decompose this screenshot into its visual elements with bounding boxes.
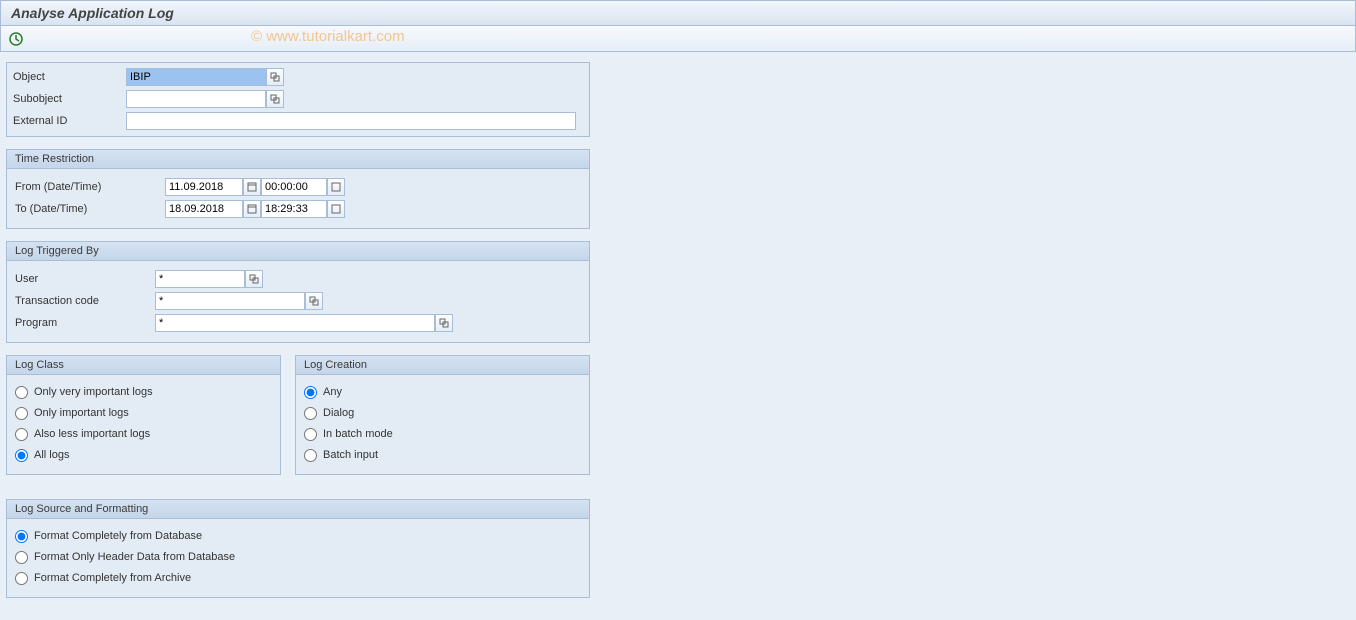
- log-source-opt3-label: Format Completely from Archive: [34, 572, 191, 584]
- log-creation-opt2-label: Dialog: [323, 407, 354, 419]
- to-time-input[interactable]: [261, 200, 327, 218]
- log-class-opt1[interactable]: Only very important logs: [15, 382, 272, 402]
- log-class-opt3-label: Also less important logs: [34, 428, 150, 440]
- log-source-opt2[interactable]: Format Only Header Data from Database: [15, 547, 581, 567]
- log-source-group: Log Source and Formatting Format Complet…: [6, 499, 590, 598]
- user-input[interactable]: [155, 270, 245, 288]
- log-class-title: Log Class: [7, 356, 280, 375]
- subobject-f4-icon[interactable]: [266, 90, 284, 108]
- log-creation-opt1[interactable]: Any: [304, 382, 581, 402]
- log-source-opt2-label: Format Only Header Data from Database: [34, 551, 235, 563]
- user-f4-icon[interactable]: [245, 270, 263, 288]
- log-source-opt3[interactable]: Format Completely from Archive: [15, 568, 581, 588]
- log-class-opt1-label: Only very important logs: [34, 386, 153, 398]
- program-input[interactable]: [155, 314, 435, 332]
- tcode-label: Transaction code: [15, 295, 155, 307]
- time-restriction-group: Time Restriction From (Date/Time) To (Da…: [6, 149, 590, 229]
- log-source-opt1-label: Format Completely from Database: [34, 530, 202, 542]
- object-label: Object: [11, 71, 126, 83]
- log-class-opt2-label: Only important logs: [34, 407, 129, 419]
- external-id-input[interactable]: [126, 112, 576, 130]
- log-creation-opt4[interactable]: Batch input: [304, 445, 581, 465]
- log-class-group: Log Class Only very important logs Only …: [6, 355, 281, 475]
- log-class-opt2[interactable]: Only important logs: [15, 403, 272, 423]
- to-time-f4-icon[interactable]: [327, 200, 345, 218]
- execute-icon[interactable]: [7, 30, 25, 48]
- log-triggered-by-group: Log Triggered By User Transaction code P…: [6, 241, 590, 343]
- external-id-label: External ID: [11, 115, 126, 127]
- log-creation-opt1-label: Any: [323, 386, 342, 398]
- log-class-opt4-label: All logs: [34, 449, 69, 461]
- to-date-input[interactable]: [165, 200, 243, 218]
- log-class-opt4[interactable]: All logs: [15, 445, 272, 465]
- to-date-f4-icon[interactable]: [243, 200, 261, 218]
- subobject-label: Subobject: [11, 93, 126, 105]
- basic-block: Object Subobject External ID: [6, 62, 590, 137]
- from-time-f4-icon[interactable]: [327, 178, 345, 196]
- user-label: User: [15, 273, 155, 285]
- time-restriction-title: Time Restriction: [7, 150, 589, 169]
- watermark-text: © www.tutorialkart.com: [251, 28, 405, 45]
- program-f4-icon[interactable]: [435, 314, 453, 332]
- log-creation-group: Log Creation Any Dialog In batch mode Ba…: [295, 355, 590, 475]
- tcode-f4-icon[interactable]: [305, 292, 323, 310]
- object-f4-icon[interactable]: [266, 68, 284, 86]
- log-creation-opt3-label: In batch mode: [323, 428, 393, 440]
- page-title: Analyse Application Log: [0, 0, 1356, 26]
- subobject-input[interactable]: [126, 90, 266, 108]
- log-creation-title: Log Creation: [296, 356, 589, 375]
- from-date-f4-icon[interactable]: [243, 178, 261, 196]
- from-date-input[interactable]: [165, 178, 243, 196]
- from-date-label: From (Date/Time): [15, 181, 165, 193]
- log-triggered-by-title: Log Triggered By: [7, 242, 589, 261]
- log-creation-opt3[interactable]: In batch mode: [304, 424, 581, 444]
- log-source-opt1[interactable]: Format Completely from Database: [15, 526, 581, 546]
- object-input[interactable]: [126, 68, 266, 86]
- from-time-input[interactable]: [261, 178, 327, 196]
- to-date-label: To (Date/Time): [15, 203, 165, 215]
- tcode-input[interactable]: [155, 292, 305, 310]
- log-creation-opt4-label: Batch input: [323, 449, 378, 461]
- log-class-opt3[interactable]: Also less important logs: [15, 424, 272, 444]
- log-source-title: Log Source and Formatting: [7, 500, 589, 519]
- program-label: Program: [15, 317, 155, 329]
- toolbar: © www.tutorialkart.com: [0, 26, 1356, 52]
- log-creation-opt2[interactable]: Dialog: [304, 403, 581, 423]
